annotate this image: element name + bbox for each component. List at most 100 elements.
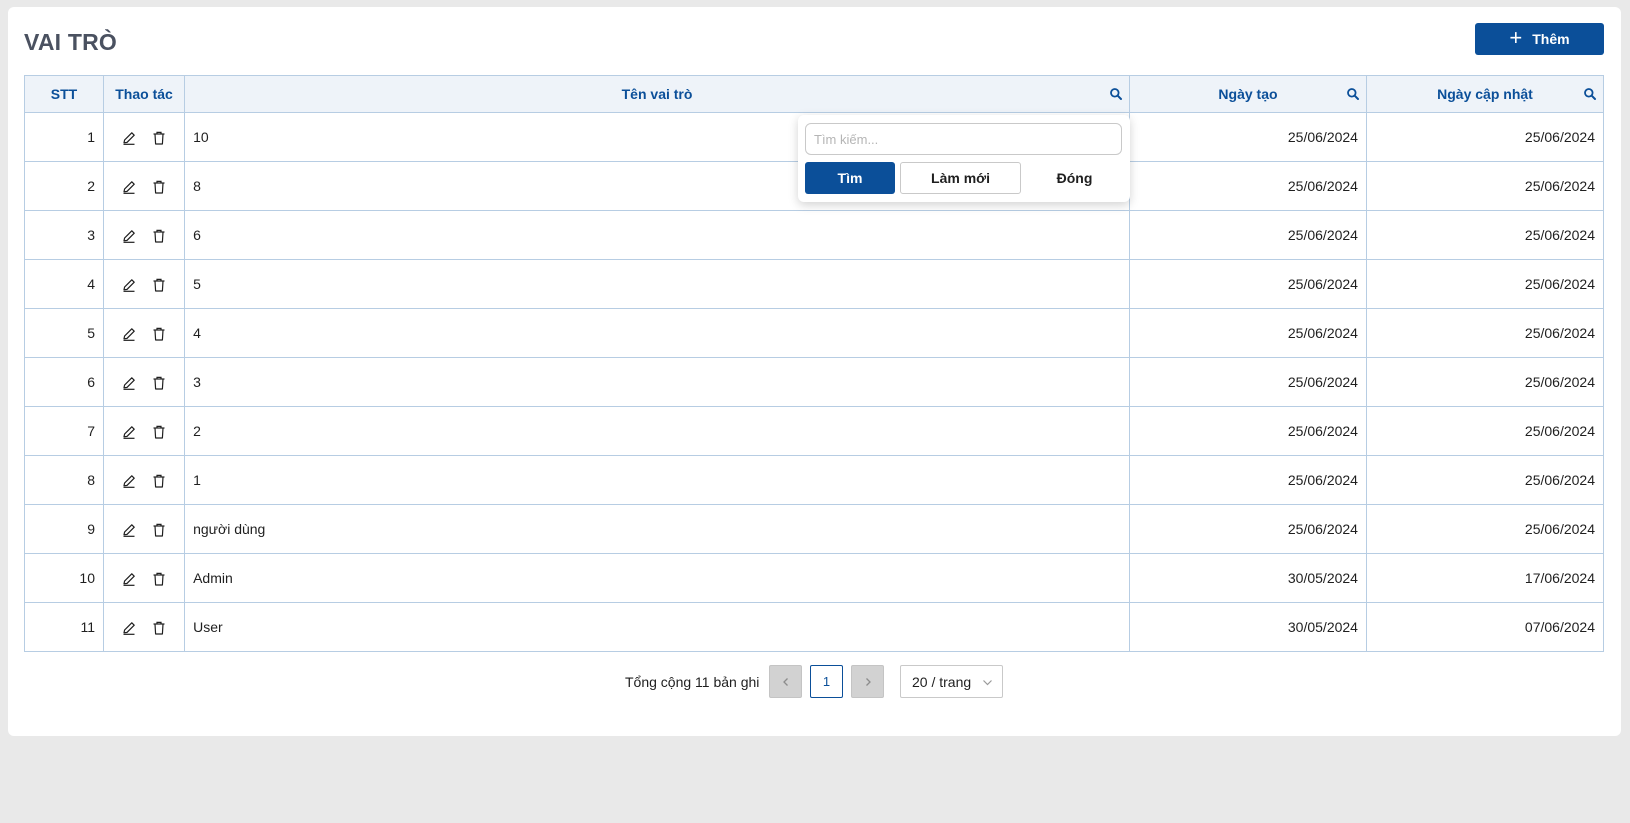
cell-updated-date: 25/06/2024 [1365,357,1605,407]
cell-created-date: 25/06/2024 [1128,357,1367,407]
table-row: 5 4 25/06/2024 25/06/2024 [24,308,1605,358]
reset-button[interactable]: Làm mới [900,162,1021,194]
cell-updated-date: 25/06/2024 [1365,504,1605,554]
cell-role-name: 3 [184,357,1130,407]
cell-created-date: 25/06/2024 [1128,406,1367,456]
column-header-created: Ngày tạo [1128,75,1367,113]
column-header-updated-label: Ngày cập nhật [1437,86,1533,102]
pencil-icon[interactable] [121,522,137,538]
cell-actions [102,357,186,407]
column-header-name-label: Tên vai trò [621,86,693,102]
search-icon[interactable] [1583,87,1597,101]
cell-stt: 9 [24,504,104,554]
pencil-icon[interactable] [121,130,137,146]
pencil-icon[interactable] [121,473,137,489]
cell-stt: 11 [24,602,104,652]
cell-role-name: người dùng [184,504,1130,554]
cell-role-name: User [184,602,1130,652]
cell-role-name: 2 [184,406,1130,456]
column-header-actions-label: Thao tác [115,86,173,102]
trash-icon[interactable] [151,130,167,146]
cell-actions [102,210,186,260]
pencil-icon[interactable] [121,424,137,440]
trash-icon[interactable] [151,326,167,342]
cell-created-date: 25/06/2024 [1128,504,1367,554]
column-header-stt-label: STT [50,86,78,102]
column-header-name: Tên vai trò [184,75,1130,113]
trash-icon[interactable] [151,473,167,489]
cell-updated-date: 25/06/2024 [1365,112,1605,162]
next-page-button[interactable] [851,665,884,698]
prev-page-button[interactable] [769,665,802,698]
cell-created-date: 30/05/2024 [1128,553,1367,603]
column-header-updated: Ngày cập nhật [1365,75,1605,113]
trash-icon[interactable] [151,375,167,391]
pencil-icon[interactable] [121,179,137,195]
trash-icon[interactable] [151,522,167,538]
cell-stt: 4 [24,259,104,309]
cell-updated-date: 25/06/2024 [1365,259,1605,309]
cell-actions [102,553,186,603]
cell-actions [102,161,186,211]
search-icon[interactable] [1346,87,1360,101]
table-row: 4 5 25/06/2024 25/06/2024 [24,259,1605,309]
cell-updated-date: 25/06/2024 [1365,406,1605,456]
pagination: Tổng cộng 11 bản ghi 1 20 / trang [0,664,1630,698]
table-row: 8 1 25/06/2024 25/06/2024 [24,455,1605,505]
cell-created-date: 25/06/2024 [1128,455,1367,505]
cell-role-name: 1 [184,455,1130,505]
close-button[interactable]: Đóng [1026,162,1123,194]
pencil-icon[interactable] [121,620,137,636]
cell-updated-date: 17/06/2024 [1365,553,1605,603]
table-row: 10 Admin 30/05/2024 17/06/2024 [24,553,1605,603]
cell-created-date: 25/06/2024 [1128,308,1367,358]
page-size-value: 20 / trang [912,673,972,690]
search-input[interactable] [805,123,1122,155]
cell-actions [102,112,186,162]
trash-icon[interactable] [151,571,167,587]
search-icon[interactable] [1109,87,1123,101]
cell-created-date: 25/06/2024 [1128,161,1367,211]
cell-created-date: 25/06/2024 [1128,112,1367,162]
pencil-icon[interactable] [121,277,137,293]
pencil-icon[interactable] [121,375,137,391]
cell-updated-date: 25/06/2024 [1365,308,1605,358]
cell-updated-date: 25/06/2024 [1365,161,1605,211]
page-size-select[interactable]: 20 / trang [900,665,1003,698]
cell-actions [102,406,186,456]
pencil-icon[interactable] [121,571,137,587]
cell-stt: 7 [24,406,104,456]
cell-stt: 2 [24,161,104,211]
search-button[interactable]: Tìm [805,162,895,194]
cell-stt: 6 [24,357,104,407]
trash-icon[interactable] [151,179,167,195]
column-header-stt: STT [24,75,104,113]
cell-stt: 5 [24,308,104,358]
cell-role-name: 5 [184,259,1130,309]
chevron-down-icon [983,680,992,686]
cell-stt: 10 [24,553,104,603]
cell-role-name: 4 [184,308,1130,358]
table-row: 7 2 25/06/2024 25/06/2024 [24,406,1605,456]
pencil-icon[interactable] [121,228,137,244]
cell-actions [102,504,186,554]
plus-icon: + [1509,25,1523,50]
column-header-created-label: Ngày tạo [1218,86,1278,102]
trash-icon[interactable] [151,620,167,636]
cell-role-name: 6 [184,210,1130,260]
page-number-button[interactable]: 1 [810,665,843,698]
table-row: 9 người dùng 25/06/2024 25/06/2024 [24,504,1605,554]
trash-icon[interactable] [151,277,167,293]
page-title: VAI TRÒ [24,29,117,55]
table-row: 11 User 30/05/2024 07/06/2024 [24,602,1605,652]
search-popover: Tìm Làm mới Đóng [798,115,1130,202]
cell-actions [102,602,186,652]
trash-icon[interactable] [151,228,167,244]
cell-updated-date: 25/06/2024 [1365,210,1605,260]
add-role-button[interactable]: + Thêm [1475,23,1604,55]
trash-icon[interactable] [151,424,167,440]
table-row: 3 6 25/06/2024 25/06/2024 [24,210,1605,260]
cell-stt: 8 [24,455,104,505]
cell-actions [102,308,186,358]
pencil-icon[interactable] [121,326,137,342]
